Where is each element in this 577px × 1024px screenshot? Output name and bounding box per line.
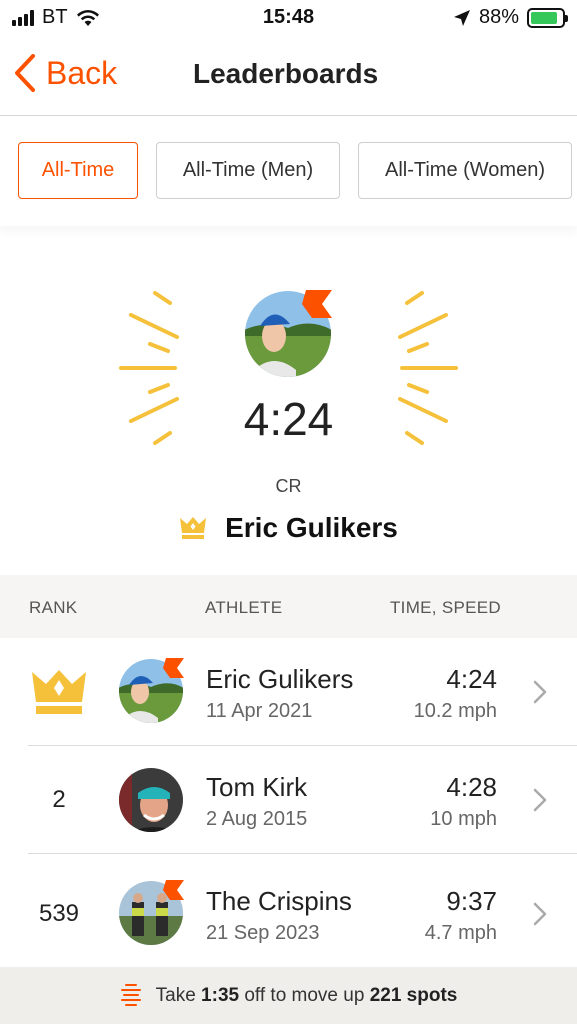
status-bar: BT 15:48 88%: [0, 0, 577, 38]
location-arrow-icon: [453, 9, 470, 26]
hero-athlete[interactable]: Eric Gulikers: [0, 512, 577, 544]
course-record-hero: 4:24 CR Eric Gulikers: [0, 226, 577, 575]
effort-date: 11 Apr 2021: [206, 700, 313, 722]
nav-bar: Back Leaderboards: [0, 38, 577, 116]
row-rank: 539: [38, 900, 80, 927]
battery-charging-icon: [527, 7, 568, 28]
chevron-left-icon: [15, 54, 35, 92]
athlete-name: Tom Kirk: [206, 772, 308, 802]
effort-speed: 10.2 mph: [413, 700, 497, 722]
athlete-name: Eric Gulikers: [206, 664, 354, 694]
back-button[interactable]: Back: [14, 54, 117, 92]
chevron-right-icon: [533, 788, 547, 812]
improvement-banner[interactable]: Take 1:35 off to move up 221 spots: [0, 967, 577, 1024]
effort-time: 4:28: [446, 772, 497, 802]
column-header-rank: RANK: [29, 598, 78, 617]
back-label: Back: [46, 54, 118, 91]
crown-icon: [32, 670, 86, 714]
leaderboard-filters: All-Time All-Time (Men) All-Time (Women): [0, 116, 577, 226]
avatar: [119, 880, 184, 945]
avatar[interactable]: [244, 290, 332, 378]
leaderboard-table-header: RANK ATHLETE TIME, SPEED: [0, 575, 577, 638]
filter-tab-all-time-men[interactable]: All-Time (Men): [156, 142, 340, 199]
effort-speed: 10 mph: [430, 808, 497, 830]
effort-date: 2 Aug 2015: [206, 808, 308, 830]
course-record-badge: CR: [275, 476, 302, 496]
battery-percent: 88%: [478, 6, 519, 28]
column-header-athlete: ATHLETE: [205, 598, 283, 617]
effort-time: 4:24: [446, 664, 497, 694]
filter-tab-all-time[interactable]: All-Time: [18, 142, 138, 199]
effort-speed: 4.7 mph: [424, 922, 497, 944]
crown-icon: [180, 517, 207, 539]
page-title: Leaderboards: [193, 58, 379, 89]
row-rank: 2: [52, 786, 66, 813]
table-row[interactable]: 2 Tom Kirk 2 Aug 2015 4:28 10 mph: [0, 746, 577, 854]
hero-athlete-name: Eric Gulikers: [225, 512, 398, 543]
table-row[interactable]: Eric Gulikers 11 Apr 2021 4:24 10.2 mph: [0, 638, 577, 746]
table-row[interactable]: 539 The Crispins 21 Sep 2023 9:37 4.7 mp…: [0, 854, 577, 967]
filter-tab-all-time-women[interactable]: All-Time (Women): [358, 142, 572, 199]
hero-time: 4:24: [243, 393, 334, 445]
list-ranking-icon: [120, 983, 141, 1006]
effort-time: 9:37: [446, 886, 497, 916]
avatar: [119, 658, 184, 723]
athlete-name: The Crispins: [206, 886, 352, 916]
effort-date: 21 Sep 2023: [206, 922, 320, 944]
avatar: [119, 768, 183, 832]
improvement-text: Take 1:35 off to move up 221 spots: [155, 984, 458, 1006]
chevron-right-icon: [533, 680, 547, 704]
column-header-time-speed: TIME, SPEED: [390, 598, 501, 617]
chevron-right-icon: [533, 902, 547, 926]
